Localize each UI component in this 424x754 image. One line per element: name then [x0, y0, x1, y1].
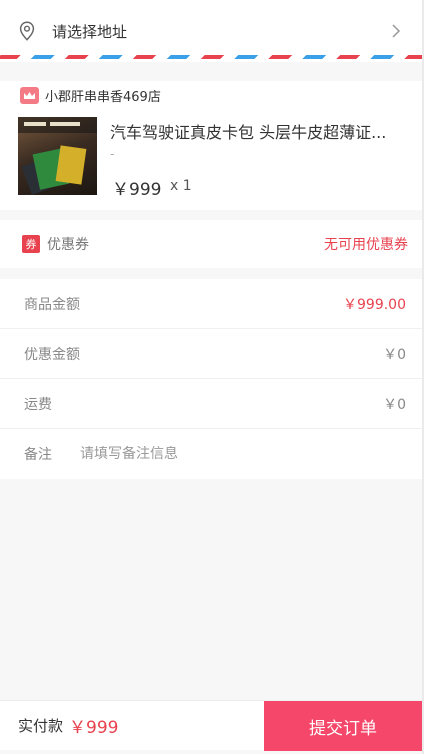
- discount-value: ￥0: [383, 346, 406, 363]
- product-spec: -: [110, 147, 115, 161]
- product-title: 汽车驾驶证真皮卡包 头层牛皮超薄证...: [110, 123, 387, 142]
- price-summary: 商品金额 ￥999.00 优惠金额 ￥0 运费 ￥0 备注: [0, 279, 424, 479]
- note-input[interactable]: [80, 446, 380, 462]
- shipping-row: 运费 ￥0: [0, 379, 424, 429]
- goods-amount-row: 商品金额 ￥999.00: [0, 279, 424, 329]
- coupon-row[interactable]: 券 优惠券 无可用优惠券: [0, 220, 424, 268]
- chevron-right-icon: [392, 24, 401, 38]
- address-placeholder: 请选择地址: [52, 22, 128, 41]
- order-confirm-page: 请选择地址 小郡肝串串香469店 汽车驾驶证真皮卡包 头层牛皮超薄证... - …: [0, 0, 424, 754]
- product-item[interactable]: 汽车驾驶证真皮卡包 头层牛皮超薄证... - ￥999 x 1: [18, 117, 408, 200]
- shop-name: 小郡肝串串香469店: [45, 89, 161, 105]
- address-selector[interactable]: 请选择地址: [0, 0, 424, 62]
- shipping-label: 运费: [24, 396, 52, 413]
- shop-icon: [20, 86, 39, 104]
- checkout-bar: 实付款 ￥999 提交订单: [0, 700, 424, 751]
- product-price: ￥999: [112, 180, 162, 200]
- coupon-icon: 券: [22, 235, 40, 253]
- product-thumbnail: [18, 117, 97, 195]
- pay-amount: ￥999: [69, 718, 119, 738]
- shipping-value: ￥0: [383, 396, 406, 413]
- note-row: 备注: [0, 429, 424, 479]
- note-label: 备注: [24, 447, 52, 463]
- goods-amount-label: 商品金额: [24, 296, 80, 313]
- coupon-value: 无可用优惠券: [324, 237, 408, 253]
- location-pin-icon: [19, 21, 35, 41]
- product-quantity: x 1: [170, 178, 192, 194]
- goods-amount-value: ￥999.00: [343, 296, 406, 313]
- discount-label: 优惠金额: [24, 346, 80, 363]
- address-divider-stripe: [0, 55, 424, 59]
- discount-row: 优惠金额 ￥0: [0, 329, 424, 379]
- pay-label: 实付款: [18, 717, 64, 735]
- submit-order-button[interactable]: 提交订单: [264, 701, 422, 751]
- order-item-card: 小郡肝串串香469店 汽车驾驶证真皮卡包 头层牛皮超薄证... - ￥999 x…: [0, 81, 424, 210]
- shop-header: 小郡肝串串香469店: [0, 81, 424, 105]
- coupon-label: 优惠券: [47, 237, 89, 253]
